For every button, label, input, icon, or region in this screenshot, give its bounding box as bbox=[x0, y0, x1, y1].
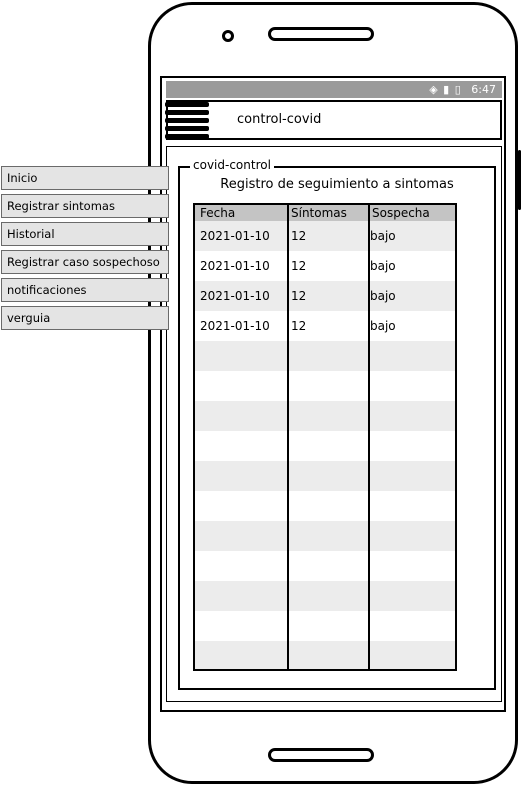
table-row[interactable]: 2021-01-10 12 bajo bbox=[195, 251, 455, 281]
cell-sintomas: 12 bbox=[291, 229, 307, 243]
cell-fecha: 2021-01-10 bbox=[200, 319, 270, 333]
column-header-sospecha[interactable]: Sospecha bbox=[372, 205, 430, 221]
panel-legend: covid-control bbox=[190, 157, 274, 173]
empty-row bbox=[195, 491, 455, 521]
speaker-grille bbox=[268, 27, 374, 41]
column-header-sintomas[interactable]: Síntomas bbox=[291, 205, 347, 221]
empty-row bbox=[195, 611, 455, 641]
table-row[interactable]: 2021-01-10 12 bajo bbox=[195, 281, 455, 311]
status-bar: ◈ ▮ ▯ 6:47 bbox=[166, 81, 502, 98]
table-row[interactable]: 2021-01-10 12 bajo bbox=[195, 221, 455, 251]
cell-sintomas: 12 bbox=[291, 319, 307, 333]
battery-icon: ▯ bbox=[454, 83, 462, 96]
empty-row bbox=[195, 551, 455, 581]
column-divider bbox=[368, 205, 370, 669]
cell-fecha: 2021-01-10 bbox=[200, 289, 270, 303]
cell-sospecha: bajo bbox=[370, 289, 396, 303]
section-title: Registro de seguimiento a sintomas bbox=[220, 177, 454, 192]
nav-item-registrar-caso-sospechoso[interactable]: Registrar caso sospechoso bbox=[1, 250, 169, 274]
empty-row bbox=[195, 371, 455, 401]
empty-row bbox=[195, 401, 455, 431]
app-header bbox=[166, 100, 502, 140]
empty-row bbox=[195, 341, 455, 371]
cell-sintomas: 12 bbox=[291, 259, 307, 273]
cell-sospecha: bajo bbox=[370, 319, 396, 333]
home-button[interactable] bbox=[268, 748, 374, 762]
wifi-icon: ◈ bbox=[429, 83, 439, 96]
menu-icon[interactable] bbox=[165, 102, 211, 139]
nav-item-inicio[interactable]: Inicio bbox=[1, 166, 169, 190]
nav-item-historial[interactable]: Historial bbox=[1, 222, 169, 246]
camera-icon bbox=[222, 30, 234, 42]
empty-row bbox=[195, 581, 455, 611]
column-header-fecha[interactable]: Fecha bbox=[200, 205, 235, 221]
cell-sospecha: bajo bbox=[370, 229, 396, 243]
empty-row bbox=[195, 461, 455, 491]
nav-item-notificaciones[interactable]: notificaciones bbox=[1, 278, 169, 302]
empty-row bbox=[195, 641, 455, 669]
status-time: 6:47 bbox=[471, 83, 496, 96]
cell-sospecha: bajo bbox=[370, 259, 396, 273]
app-title: control-covid bbox=[237, 112, 322, 127]
column-divider bbox=[287, 205, 289, 669]
empty-row bbox=[195, 521, 455, 551]
symptoms-table: Fecha Síntomas Sospecha 2021-01-10 12 ba… bbox=[193, 203, 457, 671]
cell-fecha: 2021-01-10 bbox=[200, 259, 270, 273]
nav-item-verguia[interactable]: verguia bbox=[1, 306, 169, 330]
table-row[interactable]: 2021-01-10 12 bajo bbox=[195, 311, 455, 341]
cell-fecha: 2021-01-10 bbox=[200, 229, 270, 243]
cell-sintomas: 12 bbox=[291, 289, 307, 303]
status-icons: ◈ ▮ ▯ bbox=[429, 83, 466, 96]
signal-icon: ▮ bbox=[443, 83, 451, 96]
nav-item-registrar-sintomas[interactable]: Registrar sintomas bbox=[1, 194, 169, 218]
empty-row bbox=[195, 431, 455, 461]
